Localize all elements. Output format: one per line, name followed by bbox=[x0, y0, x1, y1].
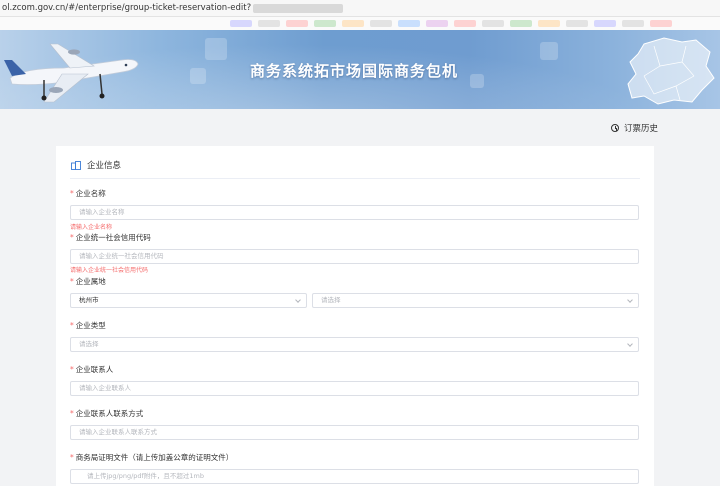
company-info-card: 企业信息 * 企业名称 请输入企业名称 请输入企业名称 * 企业统一社会信用代码 请… bbox=[56, 146, 654, 486]
credit-code-error: 请输入企业统一社会信用代码 bbox=[70, 267, 149, 274]
booking-history-label: 订票历史 bbox=[624, 124, 659, 134]
bookmarks-bar bbox=[0, 17, 720, 30]
credit-code-label: * 企业统一社会信用代码 bbox=[70, 233, 151, 242]
company-name-label: * 企业名称 bbox=[70, 189, 106, 198]
company-name-error: 请输入企业名称 bbox=[70, 224, 113, 231]
bookmark-item[interactable] bbox=[426, 20, 448, 27]
bookmark-item[interactable] bbox=[622, 20, 644, 27]
province-map-icon bbox=[627, 37, 715, 105]
building-icon bbox=[71, 160, 81, 170]
company-type-select[interactable]: 请选择 bbox=[70, 337, 639, 352]
contact-phone-input[interactable]: 请输入企业联系人联系方式 bbox=[70, 425, 639, 440]
company-type-label: * 企业类型 bbox=[70, 321, 106, 330]
url-text: ol.zcom.gov.cn/#/enterprise/group-ticket… bbox=[2, 3, 252, 13]
chevron-down-icon bbox=[295, 297, 301, 303]
chevron-down-icon bbox=[627, 297, 633, 303]
section-divider bbox=[70, 178, 640, 179]
bookmark-item[interactable] bbox=[398, 20, 420, 27]
city-select[interactable]: 杭州市 bbox=[70, 293, 307, 308]
address-bar[interactable]: ol.zcom.gov.cn/#/enterprise/group-ticket… bbox=[0, 0, 720, 17]
bookmark-item[interactable] bbox=[230, 20, 252, 27]
bookmark-item[interactable] bbox=[454, 20, 476, 27]
bookmark-item[interactable] bbox=[342, 20, 364, 27]
bookmark-item[interactable] bbox=[314, 20, 336, 27]
bookmark-item[interactable] bbox=[650, 20, 672, 27]
section-header: 企业信息 bbox=[71, 159, 121, 171]
bookmark-item[interactable] bbox=[286, 20, 308, 27]
credit-code-input[interactable]: 请输入企业统一社会信用代码 bbox=[70, 249, 639, 264]
bookmark-item[interactable] bbox=[482, 20, 504, 27]
url-redacted bbox=[253, 3, 344, 13]
proof-file-label: * 商务局证明文件（请上传加盖公章的证明文件） bbox=[70, 453, 234, 462]
company-type-placeholder: 请选择 bbox=[79, 340, 99, 348]
banner-title: 商务系统拓市场国际商务包机 bbox=[250, 62, 459, 80]
bookmark-item[interactable] bbox=[566, 20, 588, 27]
header-banner: 商务系统拓市场国际商务包机 bbox=[0, 30, 720, 109]
bookmark-item[interactable] bbox=[594, 20, 616, 27]
clock-icon bbox=[611, 124, 619, 132]
contact-input[interactable]: 请输入企业联系人 bbox=[70, 381, 639, 396]
bookmark-item[interactable] bbox=[258, 20, 280, 27]
contact-label: * 企业联系人 bbox=[70, 365, 114, 374]
region-label: * 企业属地 bbox=[70, 277, 106, 286]
section-title: 企业信息 bbox=[87, 161, 122, 171]
contact-phone-label: * 企业联系人联系方式 bbox=[70, 409, 144, 418]
bookmark-item[interactable] bbox=[370, 20, 392, 27]
district-select[interactable]: 请选择 bbox=[312, 293, 639, 308]
airplane-icon bbox=[4, 43, 139, 103]
booking-history-link[interactable]: 订票历史 bbox=[611, 122, 658, 134]
chevron-down-icon bbox=[627, 341, 633, 347]
district-select-placeholder: 请选择 bbox=[321, 296, 341, 304]
city-select-value: 杭州市 bbox=[79, 296, 99, 304]
company-name-input[interactable]: 请输入企业名称 bbox=[70, 205, 639, 220]
bookmark-item[interactable] bbox=[538, 20, 560, 27]
bookmark-item[interactable] bbox=[510, 20, 532, 27]
